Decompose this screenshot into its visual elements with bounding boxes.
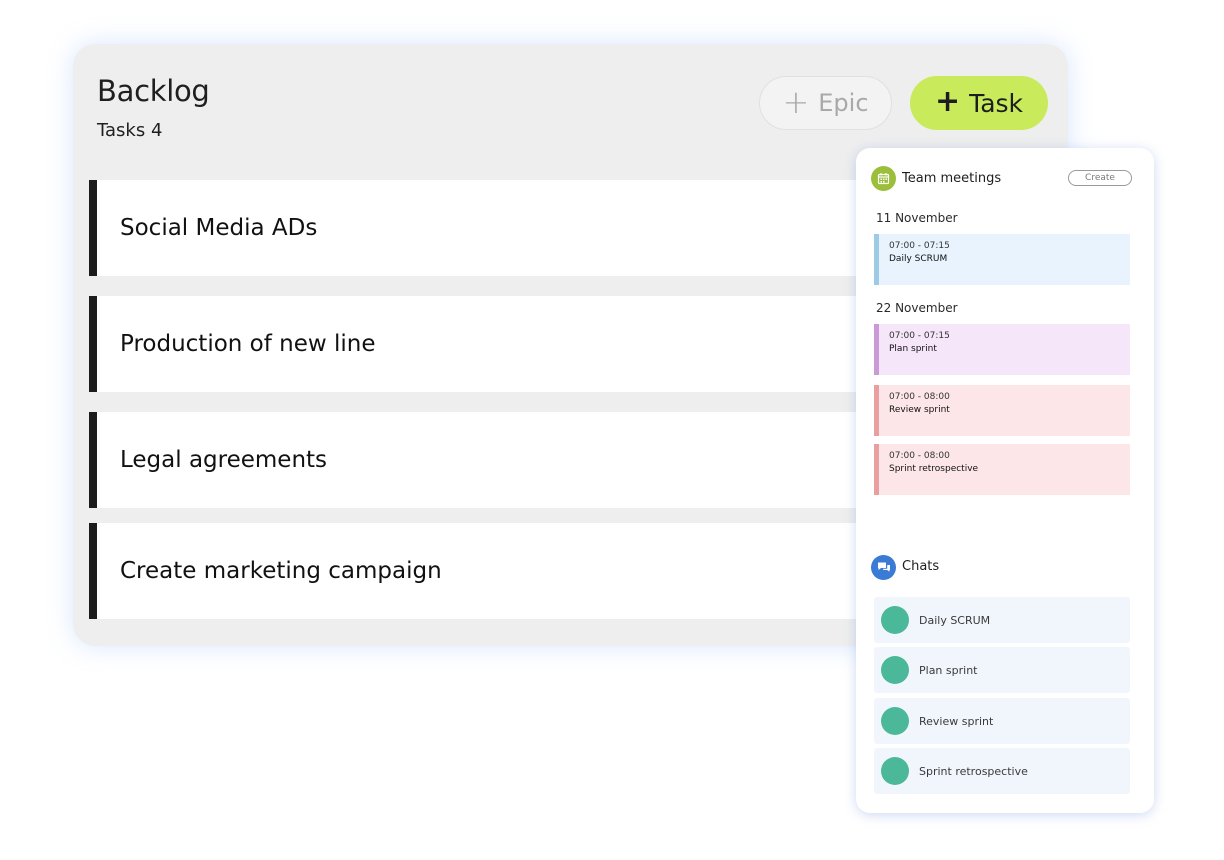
event-name: Plan sprint — [889, 344, 937, 354]
event-time: 07:00 - 08:00 — [889, 451, 950, 461]
event-time: 07:00 - 07:15 — [889, 331, 950, 341]
meeting-event[interactable]: 07:00 - 07:15 Daily SCRUM — [874, 234, 1130, 285]
plus-icon: + — [934, 83, 961, 119]
add-epic-button[interactable]: + Epic — [759, 76, 892, 130]
chats-title: Chats — [902, 559, 940, 574]
event-name: Review sprint — [889, 405, 950, 415]
avatar — [881, 606, 909, 634]
task-label: Create marketing campaign — [120, 558, 442, 584]
task-label: Social Media ADs — [120, 215, 318, 241]
event-time: 07:00 - 07:15 — [889, 241, 950, 251]
meeting-event[interactable]: 07:00 - 07:15 Plan sprint — [874, 324, 1130, 375]
event-name: Sprint retrospective — [889, 464, 979, 474]
chat-bubbles-icon — [871, 555, 896, 580]
add-task-label: Task — [969, 88, 1024, 118]
add-epic-label: Epic — [818, 89, 869, 117]
chat-item[interactable]: Daily SCRUM — [874, 597, 1130, 643]
plus-icon: + — [782, 82, 810, 121]
task-item[interactable]: Legal agreements — [89, 412, 869, 508]
event-time: 07:00 - 08:00 — [889, 392, 950, 402]
avatar — [881, 707, 909, 735]
chat-item[interactable]: Review sprint — [874, 698, 1130, 744]
meeting-event[interactable]: 07:00 - 08:00 Review sprint — [874, 385, 1130, 436]
backlog-title: Backlog — [97, 74, 210, 108]
date-label: 11 November — [876, 211, 958, 225]
task-count: Tasks 4 — [97, 120, 163, 141]
chat-name: Review sprint — [919, 714, 994, 728]
meeting-event[interactable]: 07:00 - 08:00 Sprint retrospective — [874, 444, 1130, 495]
task-item[interactable]: Production of new line — [89, 296, 869, 392]
side-panel: Team meetings Create 11 November 07:00 -… — [856, 148, 1154, 813]
add-task-button[interactable]: + Task — [910, 76, 1048, 130]
avatar — [881, 656, 909, 684]
avatar — [881, 757, 909, 785]
date-label: 22 November — [876, 301, 958, 315]
chat-name: Daily SCRUM — [919, 613, 991, 627]
task-item[interactable]: Social Media ADs — [89, 180, 869, 276]
task-label: Legal agreements — [120, 447, 328, 473]
team-meetings-title: Team meetings — [902, 171, 1002, 186]
event-name: Daily SCRUM — [889, 254, 948, 264]
chat-item[interactable]: Plan sprint — [874, 647, 1130, 693]
calendar-icon — [871, 166, 896, 191]
chat-item[interactable]: Sprint retrospective — [874, 748, 1130, 794]
task-item[interactable]: Create marketing campaign — [89, 523, 869, 619]
create-meeting-button[interactable]: Create — [1068, 170, 1132, 186]
chat-name: Sprint retrospective — [919, 764, 1028, 778]
chat-name: Plan sprint — [919, 663, 978, 677]
task-label: Production of new line — [120, 331, 376, 357]
